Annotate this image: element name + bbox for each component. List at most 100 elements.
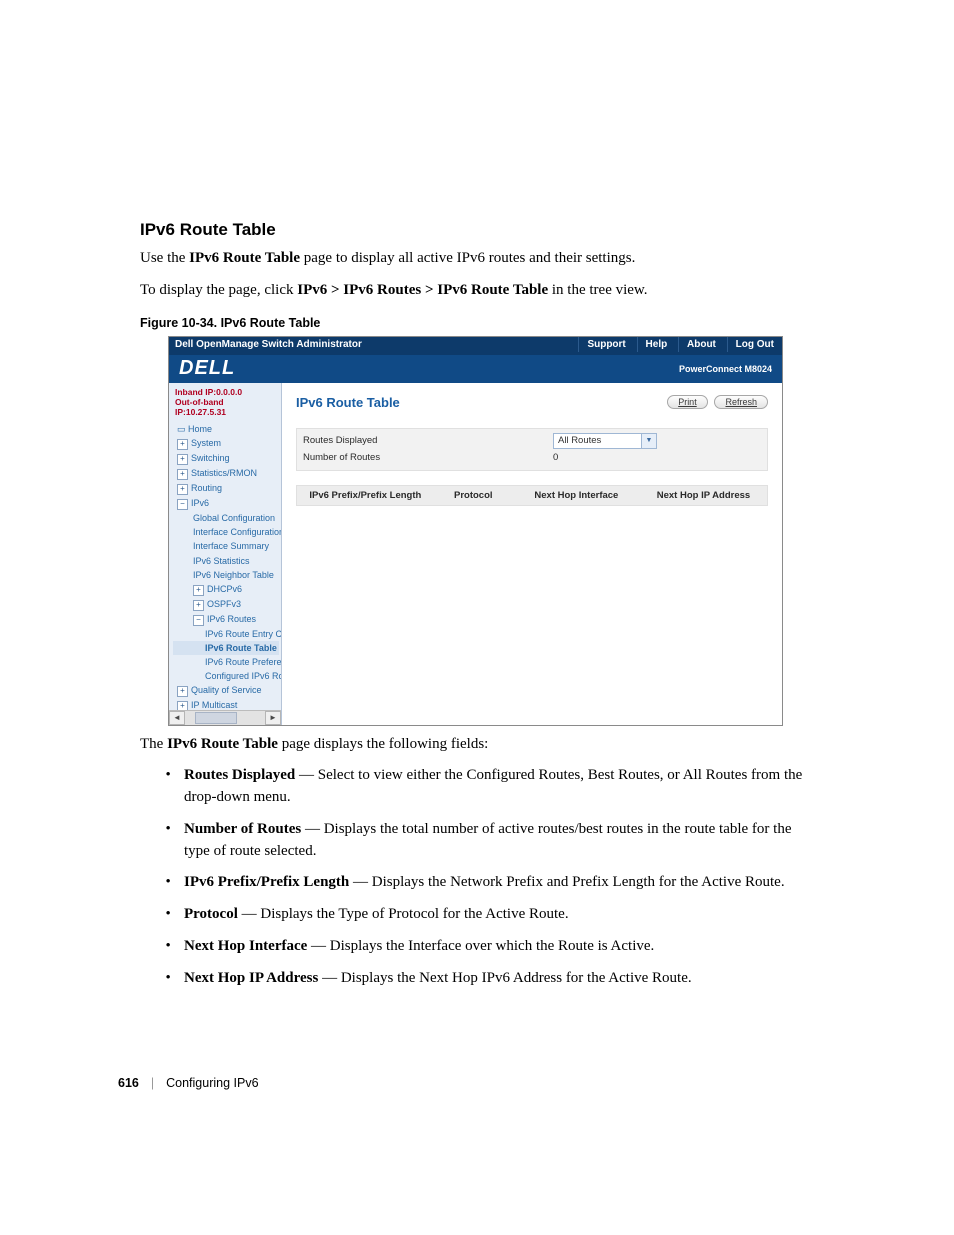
home-icon: ▭ — [177, 424, 186, 434]
action-buttons: Print Refresh — [663, 395, 768, 409]
button-label: Refresh — [725, 397, 757, 407]
expand-icon[interactable]: + — [177, 439, 188, 450]
tree-label: Routing — [191, 483, 222, 493]
tree-label: IPv6 Routes — [207, 614, 256, 624]
tree-label: Statistics/RMON — [191, 468, 257, 478]
tree-routes[interactable]: −IPv6 Routes — [173, 612, 279, 627]
list-item: IPv6 Prefix/Prefix Length — Displays the… — [182, 872, 819, 894]
nav-paragraph: To display the page, click IPv6 > IPv6 R… — [140, 280, 819, 302]
expand-icon[interactable]: + — [193, 600, 204, 611]
about-link[interactable]: About — [678, 337, 724, 352]
expand-icon[interactable]: + — [177, 454, 188, 465]
button-label: Print — [678, 397, 697, 407]
tree-label: IP Multicast — [191, 700, 237, 709]
header-links: Support Help About Log Out — [578, 337, 782, 355]
field-term: IPv6 Prefix/Prefix Length — [184, 874, 349, 890]
field-term: Routes Displayed — [184, 767, 295, 783]
text-bold: IPv6 > IPv6 Routes > IPv6 Route Table — [297, 282, 548, 298]
collapse-icon[interactable]: − — [193, 615, 204, 626]
tree-route-entry[interactable]: IPv6 Route Entry Con — [173, 627, 279, 641]
tree-route-pref[interactable]: IPv6 Route Preference — [173, 655, 279, 669]
tree-system[interactable]: +System — [173, 436, 279, 451]
footer-section: Configuring IPv6 — [166, 1076, 258, 1090]
expand-icon[interactable]: + — [177, 484, 188, 495]
text: page displays the following fields: — [278, 736, 488, 752]
ip-info: Inband IP:0.0.0.0 Out-of-band IP:10.27.5… — [169, 383, 281, 420]
expand-icon[interactable]: + — [193, 585, 204, 596]
tree-qos[interactable]: +Quality of Service — [173, 683, 279, 698]
tree-label: Switching — [191, 453, 230, 463]
tree-label: OSPFv3 — [207, 599, 241, 609]
tree-iface-cfg[interactable]: Interface Configuration — [173, 525, 279, 539]
figure-caption: Figure 10-34. IPv6 Route Table — [140, 316, 819, 330]
tree-cfg-routes[interactable]: Configured IPv6 Route — [173, 669, 279, 683]
page-number: 616 — [118, 1076, 139, 1090]
outofband-ip: Out-of-band IP:10.27.5.31 — [175, 397, 277, 417]
main-panel: IPv6 Route Table Print Refresh Routes Di… — [282, 383, 782, 725]
expand-icon[interactable]: + — [177, 701, 188, 709]
tree-routing[interactable]: +Routing — [173, 481, 279, 496]
help-link[interactable]: Help — [637, 337, 676, 352]
figure-screenshot: Dell OpenManage Switch Administrator Sup… — [168, 336, 783, 726]
fields-list: Routes Displayed — Select to view either… — [140, 765, 819, 989]
support-link[interactable]: Support — [578, 337, 633, 352]
text: page to display all active IPv6 routes a… — [300, 250, 635, 266]
tree-ipm[interactable]: +IP Multicast — [173, 698, 279, 709]
field-desc: — Displays the Interface over which the … — [307, 938, 654, 954]
tree-label: DHCPv6 — [207, 584, 242, 594]
print-button[interactable]: Print — [667, 395, 708, 409]
sidebar-scrollbar[interactable]: ◄ ► — [169, 710, 281, 725]
tree-switching[interactable]: +Switching — [173, 451, 279, 466]
number-of-routes-label: Number of Routes — [303, 452, 553, 463]
scroll-right-icon[interactable]: ► — [265, 711, 281, 725]
dell-logo: DELL — [179, 357, 235, 380]
tree-home[interactable]: ▭ Home — [173, 422, 279, 436]
scroll-thumb[interactable] — [195, 712, 237, 724]
tree-route-table[interactable]: IPv6 Route Table — [173, 641, 279, 655]
list-item: Next Hop IP Address — Displays the Next … — [182, 968, 819, 990]
expand-icon[interactable]: + — [177, 469, 188, 480]
tree-dhcpv6[interactable]: +DHCPv6 — [173, 582, 279, 597]
text: Use the — [140, 250, 189, 266]
col-next-hop-ip: Next Hop IP Address — [640, 486, 767, 505]
list-item: Next Hop Interface — Displays the Interf… — [182, 936, 819, 958]
number-of-routes-value: 0 — [553, 452, 558, 463]
tree-neighbor[interactable]: IPv6 Neighbor Table — [173, 568, 279, 582]
text: To display the page, click — [140, 282, 297, 298]
page-footer: 616 | Configuring IPv6 — [118, 1076, 259, 1090]
section-heading: IPv6 Route Table — [140, 220, 819, 240]
fields-intro: The IPv6 Route Table page displays the f… — [140, 734, 819, 756]
expand-icon[interactable]: + — [177, 686, 188, 697]
field-desc: — Displays the Network Prefix and Prefix… — [349, 874, 784, 890]
routes-displayed-label: Routes Displayed — [303, 435, 553, 446]
tree-label: Home — [188, 424, 212, 434]
field-term: Next Hop Interface — [184, 938, 307, 954]
col-protocol: Protocol — [434, 486, 513, 505]
window-titlebar: Dell OpenManage Switch Administrator Sup… — [169, 337, 782, 355]
chevron-down-icon: ▼ — [641, 434, 656, 448]
scroll-left-icon[interactable]: ◄ — [169, 711, 185, 725]
navigation-sidebar: Inband IP:0.0.0.0 Out-of-band IP:10.27.5… — [169, 383, 282, 725]
text-bold: IPv6 Route Table — [167, 736, 278, 752]
filter-block: Routes Displayed All Routes ▼ Number of … — [296, 428, 768, 471]
inband-ip: Inband IP:0.0.0.0 — [175, 387, 277, 397]
field-term: Next Hop IP Address — [184, 970, 318, 986]
field-term: Protocol — [184, 906, 238, 922]
tree-ipv6[interactable]: −IPv6 — [173, 496, 279, 511]
field-desc: — Displays the Type of Protocol for the … — [238, 906, 569, 922]
tree-stats[interactable]: +Statistics/RMON — [173, 466, 279, 481]
tree-iface-sum[interactable]: Interface Summary — [173, 539, 279, 553]
footer-separator: | — [151, 1076, 154, 1090]
nav-tree: ▭ Home +System +Switching +Statistics/RM… — [169, 419, 281, 709]
product-name: PowerConnect M8024 — [679, 364, 772, 374]
scroll-track[interactable] — [185, 712, 265, 724]
logout-link[interactable]: Log Out — [727, 337, 782, 352]
tree-ipv6-stats[interactable]: IPv6 Statistics — [173, 554, 279, 568]
tree-ospfv3[interactable]: +OSPFv3 — [173, 597, 279, 612]
list-item: Routes Displayed — Select to view either… — [182, 765, 819, 809]
refresh-button[interactable]: Refresh — [714, 395, 768, 409]
tree-global-cfg[interactable]: Global Configuration — [173, 511, 279, 525]
routes-displayed-select[interactable]: All Routes ▼ — [553, 433, 657, 449]
collapse-icon[interactable]: − — [177, 499, 188, 510]
tree-label: System — [191, 438, 221, 448]
